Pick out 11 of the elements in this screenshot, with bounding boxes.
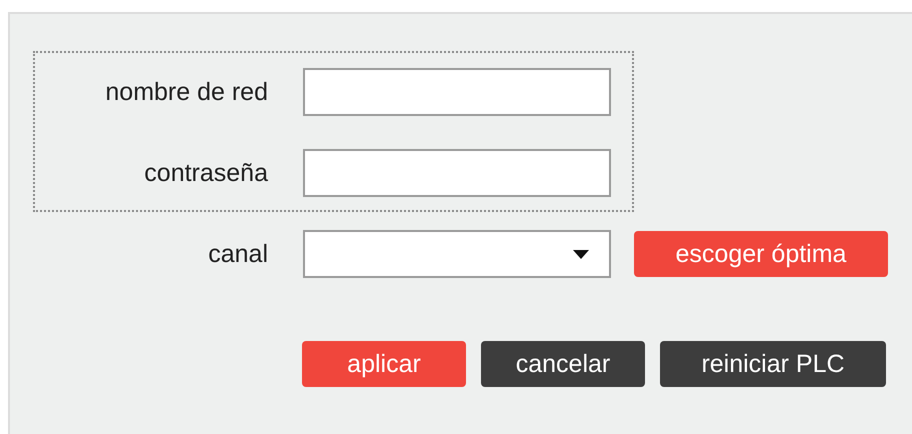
field-label: contraseña [143,158,268,188]
input-field[interactable] [303,68,611,116]
input-field[interactable] [303,149,611,197]
field-label: canal [207,240,268,268]
caret-icon [573,250,589,259]
field-label: nombre de red [104,78,268,106]
channel-dropdown[interactable] [303,230,611,278]
action-button[interactable]: reiniciar PLC [660,341,886,387]
action-button[interactable]: aplicar [302,341,466,387]
choose-optimal-button[interactable]: escoger óptima [634,231,888,277]
action-button[interactable]: cancelar [481,341,645,387]
